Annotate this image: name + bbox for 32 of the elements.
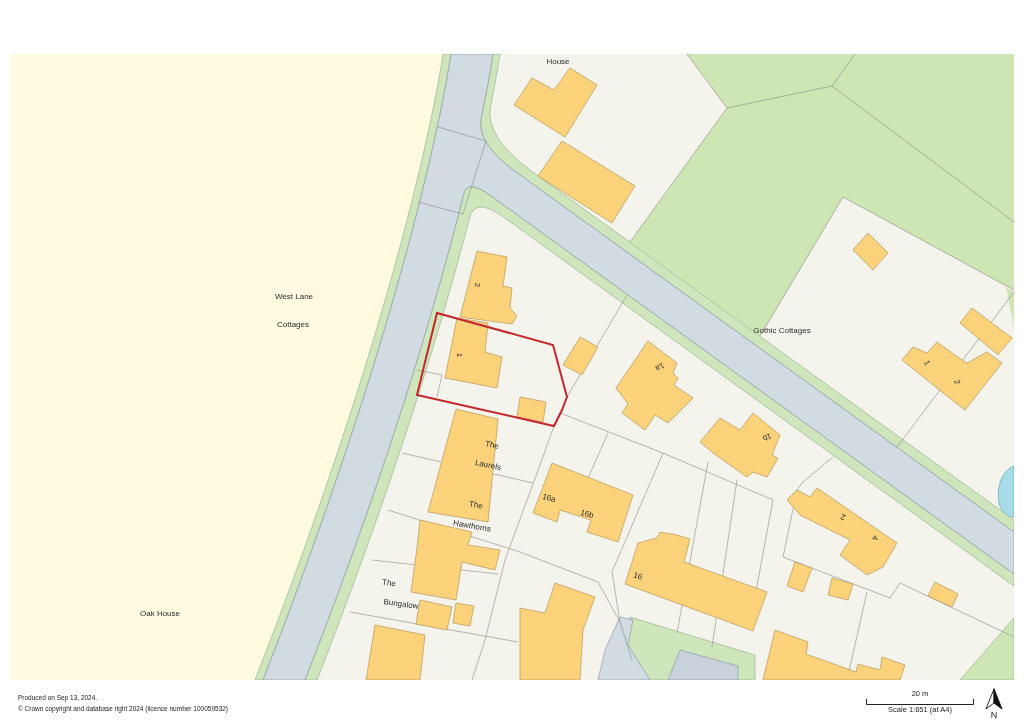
- north-arrow-icon: [985, 688, 1003, 710]
- place-name: The: [484, 439, 500, 451]
- building: [927, 581, 959, 608]
- house-number: 2: [952, 378, 962, 386]
- place-name: Cottages: [277, 319, 309, 329]
- place-name: The: [468, 499, 484, 511]
- house-number: 1b: [761, 431, 773, 443]
- place-name: House: [546, 56, 570, 66]
- house-number: 2: [839, 512, 847, 522]
- place-name: The: [381, 577, 397, 589]
- place-name: Gothic Cottages: [753, 325, 811, 335]
- house-number: 16: [632, 570, 644, 582]
- pond: [997, 465, 1014, 518]
- house-number: 16b: [579, 507, 595, 521]
- place-name: Laurels: [474, 457, 502, 473]
- house-number: 2: [472, 282, 482, 288]
- building: [516, 396, 547, 423]
- house-number: 1a: [653, 360, 667, 374]
- place-name: Bungalow: [382, 597, 420, 611]
- house-number: 1: [454, 352, 464, 358]
- place-name: Oak House: [140, 608, 180, 618]
- place-name: West Lane: [274, 291, 314, 301]
- north-label: N: [990, 710, 998, 720]
- house-number: 16a: [541, 491, 557, 505]
- building: [852, 232, 889, 271]
- place-name: Hawthorns: [452, 518, 492, 534]
- grass-field: [959, 617, 1014, 680]
- plot-boundary-line: [416, 369, 443, 398]
- house-number: 1: [922, 358, 932, 368]
- building: [562, 336, 599, 376]
- paved-area: [667, 649, 739, 680]
- house-number: 4: [870, 534, 880, 542]
